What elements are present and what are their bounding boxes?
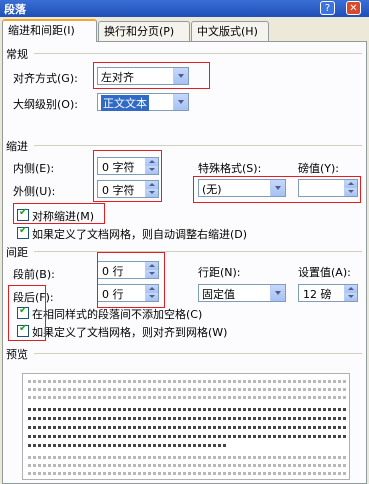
spacing-section-label: 间距 [6, 246, 28, 259]
preview-previous-line [28, 396, 346, 399]
window-title: 段落 [4, 3, 26, 16]
preview-following-line [28, 464, 346, 467]
preview-following-line [28, 456, 346, 459]
spin-down-icon[interactable] [344, 293, 357, 301]
help-button[interactable]: ? [320, 1, 335, 15]
indent-by-label: 磅值(Y): [298, 162, 340, 175]
preview-sample-line [28, 444, 228, 447]
preview-sample-line [28, 435, 346, 438]
preview-sample-line [28, 426, 346, 429]
close-button[interactable]: ✕ [346, 1, 361, 15]
preview-pane [22, 373, 350, 480]
preview-sample-line [28, 408, 346, 411]
spacing-at-label: 设置值(A): [298, 266, 351, 279]
outline-level-select[interactable]: 正文文本 [97, 93, 189, 111]
indent-divider [34, 145, 362, 146]
preview-divider [34, 353, 362, 354]
auto-right-indent-label: 如果定义了文档网格，则自动调整右缩进(D) [32, 228, 248, 241]
indent-section-label: 缩进 [6, 140, 28, 153]
preview-previous-line [28, 380, 346, 383]
preview-sample-line [28, 417, 346, 420]
preview-section-label: 预览 [6, 348, 28, 361]
preview-following-line [28, 472, 346, 475]
spacing-at-spinner[interactable]: 12 磅 [298, 284, 358, 302]
preview-previous-line [28, 388, 346, 391]
outline-level-value: 正文文本 [101, 95, 149, 111]
snap-to-grid-label: 如果定义了文档网格，则对齐到网格(W) [32, 326, 228, 339]
space-before-label: 段前(B): [13, 268, 55, 281]
tab-indents-spacing[interactable]: 缩进和间距(I) [2, 19, 97, 42]
chevron-down-icon[interactable] [173, 94, 188, 110]
highlight-box [13, 203, 105, 224]
spin-up-icon[interactable] [344, 285, 357, 293]
outline-level-label: 大纲级别(O): [13, 98, 78, 111]
chevron-down-icon[interactable] [270, 285, 285, 301]
general-section-label: 常规 [6, 48, 28, 61]
line-spacing-value: 固定值 [202, 288, 235, 301]
inside-indent-label: 内侧(E): [13, 162, 55, 175]
highlight-box [8, 285, 46, 341]
tab-line-page-breaks[interactable]: 换行和分页(P) [98, 21, 190, 41]
line-spacing-select[interactable]: 固定值 [198, 284, 286, 302]
line-spacing-label: 行距(N): [198, 266, 241, 279]
highlight-box [97, 252, 165, 308]
title-bar: 段落 ? ✕ [0, 0, 369, 17]
highlight-box [93, 150, 162, 202]
highlight-box [193, 176, 361, 203]
special-indent-label: 特殊格式(S): [198, 162, 262, 175]
spacing-at-value: 12 磅 [303, 288, 332, 301]
spacing-divider [34, 251, 362, 252]
tab-asian-typography[interactable]: 中文版式(H) [191, 21, 269, 41]
outside-indent-label: 外侧(U): [13, 185, 56, 198]
alignment-label: 对齐方式(G): [13, 72, 78, 85]
no-space-same-style-label: 在相同样式的段落间不添加空格(C) [32, 308, 203, 321]
general-divider [34, 53, 362, 54]
highlight-box [93, 62, 210, 89]
auto-right-indent-checkbox[interactable] [17, 225, 29, 239]
